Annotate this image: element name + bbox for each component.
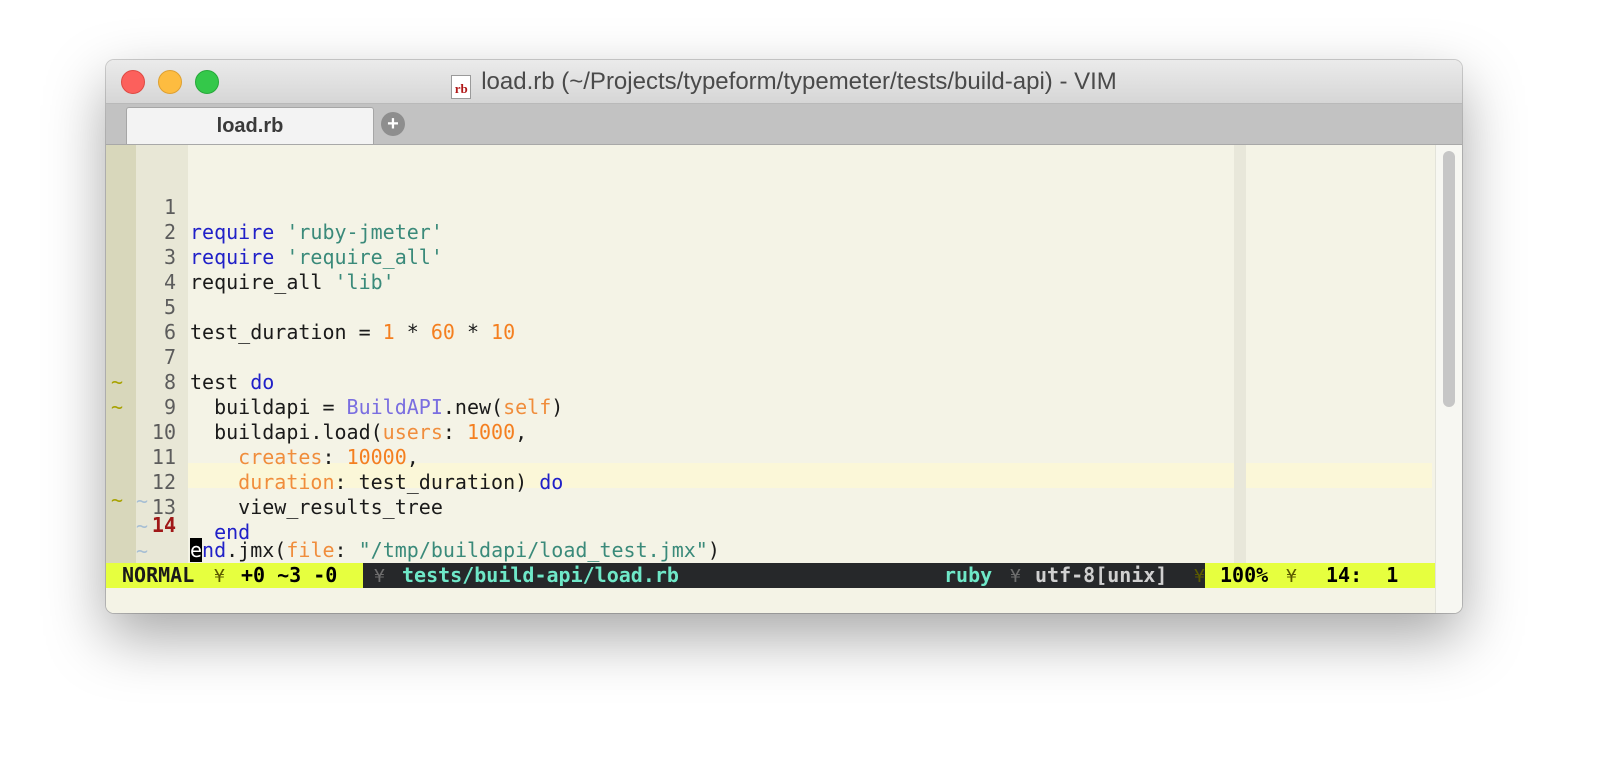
string-literal: 'require_all' — [286, 245, 443, 269]
separator-icon: ¥ — [374, 566, 385, 587]
string-literal: "/tmp/buildapi/load_test.jmx" — [358, 538, 708, 562]
number-literal: 1 — [382, 320, 395, 344]
git-stats: +0 ~3 -0 — [241, 563, 338, 587]
window-title-text: load.rb (~/Projects/typeform/typemeter/t… — [481, 68, 1117, 95]
code-line-2[interactable]: 2 require 'require_all' — [106, 170, 443, 269]
title-bar: rb load.rb (~/Projects/typeform/typemeter… — [106, 60, 1462, 104]
vim-window: rb load.rb (~/Projects/typeform/typemeter… — [106, 60, 1462, 613]
separator-icon: ¥ — [214, 566, 225, 587]
code-text: , — [515, 420, 528, 444]
code-text: test_duration = — [190, 320, 383, 344]
code-line-10[interactable]: ~ 10 creates: 10000, — [106, 370, 419, 469]
symbol-key: creates — [238, 445, 323, 469]
empty-line-marker: ~ — [136, 514, 149, 538]
filetype: ruby — [944, 563, 993, 587]
keyword: nd — [202, 538, 227, 562]
scrollbar-thumb[interactable] — [1443, 151, 1455, 407]
class-name: BuildAPI — [346, 395, 443, 419]
empty-line-marker: ~ — [136, 539, 149, 563]
string-literal: 'ruby-jmeter' — [286, 220, 443, 244]
file-path: tests/build-api/load.rb — [402, 563, 679, 587]
symbol-key: file — [286, 538, 335, 562]
keyword: require — [190, 245, 275, 269]
cursor: e — [190, 538, 203, 562]
code-text: .jmx( — [226, 538, 287, 562]
code-line-8[interactable]: 8 buildapi = BuildAPI.new(self) — [106, 320, 563, 419]
tab-load-rb[interactable]: load.rb — [126, 107, 374, 144]
self-keyword: self — [503, 395, 552, 419]
code-line-7[interactable]: 7 test do — [106, 295, 274, 394]
code-text: ) — [551, 395, 564, 419]
code-text: buildapi.load( — [190, 420, 383, 444]
code-line-5[interactable]: 5 test_duration = 1 * 60 * 10 — [106, 245, 515, 344]
code-text: test — [190, 370, 251, 394]
vertical-scrollbar[interactable] — [1435, 145, 1462, 613]
keyword: do — [250, 370, 275, 394]
separator-icon: ¥ — [1194, 566, 1205, 587]
string-literal: 'lib' — [334, 270, 395, 294]
code-text: : test_duration) — [334, 470, 540, 494]
editor-area[interactable]: 1 require 'ruby-jmeter' 2 require 'requi… — [106, 145, 1462, 613]
code-text: .new( — [442, 395, 504, 419]
symbol-key: users — [382, 420, 443, 444]
mode-indicator: NORMAL — [122, 563, 195, 587]
number-literal: 1000 — [466, 420, 516, 444]
ruby-file-icon: rb — [451, 75, 472, 99]
code-text: buildapi = — [190, 395, 347, 419]
cursor-line-colorcolumn — [1234, 463, 1246, 488]
code-line-1[interactable]: 1 require 'ruby-jmeter' — [106, 145, 443, 244]
operator: * — [394, 320, 431, 344]
scroll-percent: 100% — [1220, 563, 1269, 587]
code-text: view_results_tree — [190, 495, 443, 519]
code-line-9[interactable]: ~ 9 buildapi.load(users: 1000, — [106, 345, 527, 444]
code-text: , — [406, 445, 419, 469]
number-literal: 60 — [430, 320, 455, 344]
code-line-6[interactable]: 6 — [106, 270, 178, 344]
code-text: : — [322, 445, 347, 469]
window-title: rb load.rb (~/Projects/typeform/typemeter… — [106, 68, 1462, 99]
code-line-3[interactable]: 3 require_all 'lib' — [106, 195, 395, 294]
number-literal: 10 — [491, 320, 516, 344]
keyword: require — [190, 220, 275, 244]
tab-bar: load.rb + — [106, 104, 1462, 145]
separator-icon: ¥ — [1010, 566, 1021, 587]
operator: * — [454, 320, 492, 344]
separator-icon: ¥ — [1286, 566, 1297, 587]
new-tab-icon[interactable]: + — [381, 112, 405, 136]
cursor-position: 14: 1 — [1326, 563, 1399, 587]
code-text: ) — [707, 538, 720, 562]
code-text: require_all — [190, 270, 335, 294]
code-text: : — [334, 538, 359, 562]
symbol-key: duration — [238, 470, 335, 494]
code-line-11[interactable]: 11 duration: test_duration) do — [106, 395, 563, 494]
color-column — [1234, 145, 1246, 563]
git-sign: ~ — [111, 488, 124, 512]
code-line-4[interactable]: 4 — [106, 220, 178, 294]
code-line-12[interactable]: 12 view_results_tree — [106, 420, 443, 519]
code-text: : — [442, 420, 467, 444]
command-line[interactable] — [106, 588, 1435, 613]
number-literal: 10000 — [346, 445, 407, 469]
keyword: do — [539, 470, 564, 494]
file-encoding: utf-8[unix] — [1035, 563, 1168, 587]
status-line: NORMAL ¥ +0 ~3 -0 ¥ tests/build-api/load… — [106, 563, 1435, 588]
empty-line-marker: ~ — [136, 489, 149, 513]
code-line-14[interactable]: ~ 14 end.jmx(file: "/tmp/buildapi/load_t… — [106, 463, 720, 562]
